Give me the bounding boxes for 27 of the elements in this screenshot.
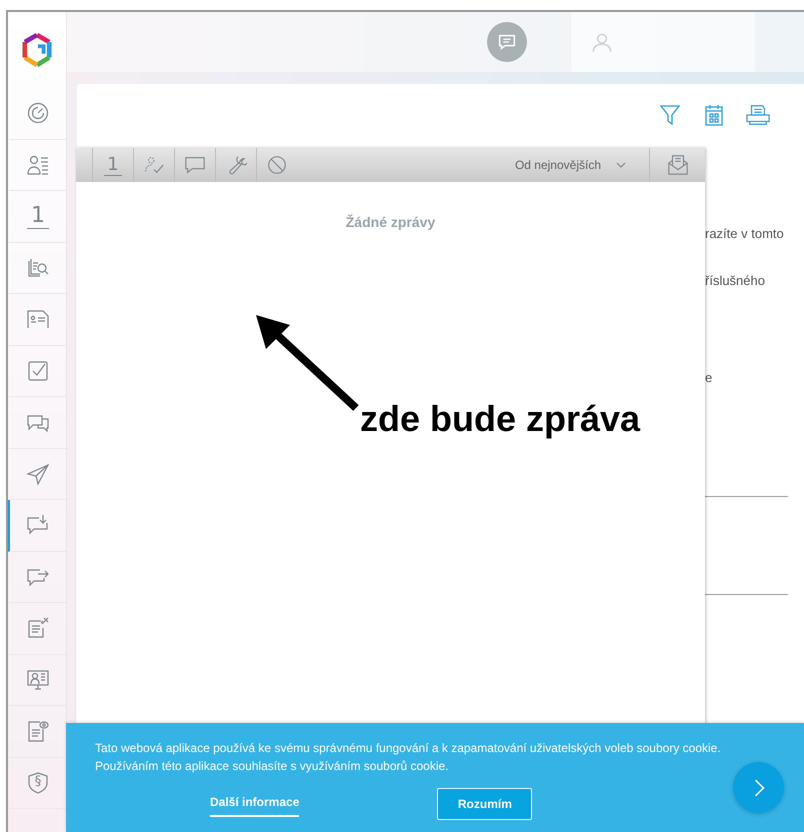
body-text: e <box>705 370 714 385</box>
accept-button[interactable]: Rozumím <box>437 788 532 820</box>
sidebar-item[interactable]: 1 <box>8 191 66 242</box>
logo-icon <box>22 33 52 67</box>
person-check-icon <box>143 154 165 176</box>
more-info-link[interactable]: Další informace <box>210 795 300 817</box>
empty-message: Žádné zprávy <box>346 214 436 230</box>
comment-icon <box>184 154 206 176</box>
number-button[interactable]: 1 <box>92 148 133 182</box>
gauge-icon <box>26 101 50 126</box>
sort-dropdown[interactable]: Od nejnovějších <box>514 148 649 182</box>
shield-icon: § <box>26 770 50 795</box>
body-text: říslušného <box>705 273 766 288</box>
document-eye-icon <box>26 719 50 744</box>
monitor-person-icon <box>26 668 50 692</box>
cookie-notice: Tato webová aplikace používá ke svému správnému fungování a k zapamatování uživatelských voleb soubory cookie. Používáním této aplikace souhlasíte s využíváním souborů cookie. <box>95 740 722 775</box>
caret-icon <box>615 161 627 169</box>
pinned-note-icon <box>26 616 50 640</box>
checkbox-icon <box>26 358 50 383</box>
annotation-text: zde bude zpráva <box>360 398 640 440</box>
block-icon <box>266 154 288 176</box>
paper-plane-icon <box>26 462 50 486</box>
envelope-icon <box>666 154 688 176</box>
body-text: razíte v tomto <box>705 226 785 241</box>
printer-icon[interactable] <box>746 103 770 127</box>
filter-icon[interactable] <box>658 103 682 127</box>
chat-button[interactable] <box>487 22 527 62</box>
